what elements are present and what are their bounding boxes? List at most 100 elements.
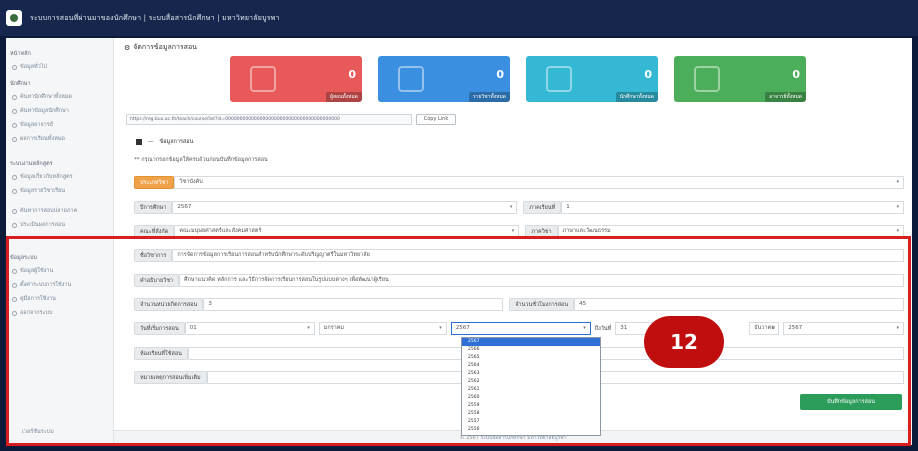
faculty-select[interactable]: คณะมนุษยศาสตร์และสังคมศาสตร์ ▾ (174, 225, 520, 238)
form-row-course-name: ชื่อวิชาการ การจัดการข้อมูลการเรียนการสอ… (134, 249, 904, 262)
year-option[interactable]: 2556 (462, 426, 600, 434)
field-label: หมายเหตุการสอนเพิ่มเติม (134, 371, 207, 384)
start-day-select[interactable]: 01 ▾ (184, 322, 315, 335)
share-url-input[interactable]: https://reg.buu.ac.th/teach/course/list?… (126, 114, 412, 125)
year-option[interactable]: 2563 (462, 370, 600, 378)
sidebar-item-evaluation[interactable]: ประเมินผลการสอน (10, 218, 109, 232)
sidebar-item-teachers[interactable]: ข้อมูลอาจารย์ (10, 118, 109, 132)
hours-input[interactable]: 45 (574, 298, 904, 311)
sidebar-item-courses[interactable]: ข้อมูลรายวิชาเรียน (10, 184, 109, 198)
chevron-down-icon: ▾ (583, 325, 586, 331)
start-year-select[interactable]: 2567 ▾ (450, 322, 591, 335)
form-row-credits: จำนวนหน่วยกิตการสอน 3 จำนวนชั่วโมงการสอน… (134, 298, 904, 311)
copy-link-button[interactable]: Copy Link (416, 114, 456, 125)
course-name-input[interactable]: การจัดการข้อมูลการเรียนการสอนสำหรับนักศึ… (172, 249, 904, 262)
sidebar-group-label: ข้อมูลระบบ (10, 255, 37, 261)
sidebar-item-label: ตั้งค่าระบบการใช้งาน (20, 282, 72, 288)
field-label: ภาควิชา (525, 225, 558, 238)
chevron-down-icon: ▾ (509, 204, 513, 210)
circle-icon (12, 64, 17, 70)
sidebar-group-label: ระบบงานหลักสูตร (10, 161, 53, 167)
sidebar-item-label: ค้นหาข้อมูลนักศึกษา (20, 108, 69, 114)
circle-icon (12, 268, 17, 274)
chevron-down-icon: ▾ (307, 325, 310, 331)
stat-value: 0 (644, 68, 652, 81)
sidebar-item-search-students[interactable]: ค้นหานักศึกษาทั้งหมด (10, 90, 109, 104)
field-label: จำนวนชั่วโมงการสอน (509, 298, 575, 311)
chevron-down-icon: ▾ (511, 228, 515, 234)
sidebar-item-label: ข้อมูลเกี่ยวกับหลักสูตร (20, 174, 73, 180)
sidebar-item-settings[interactable]: ตั้งค่าระบบการใช้งาน (10, 278, 109, 292)
sidebar-item-exams[interactable]: ค้นหาการสอบปลายภาค (10, 204, 109, 218)
year-option[interactable]: 2565 (462, 354, 600, 362)
users-icon (250, 66, 276, 92)
stat-card-courses[interactable]: 0 รายวิชาทั้งหมด (378, 56, 510, 102)
sidebar-item-manual[interactable]: คู่มือการใช้งาน (10, 292, 109, 306)
field-label: คำอธิบายวิชา (134, 274, 180, 287)
circle-icon (12, 174, 17, 180)
sidebar-item-overview[interactable]: ข้อมูลทั่วไป (10, 60, 109, 74)
end-year-select[interactable]: 2567 ▾ (783, 322, 904, 335)
circle-icon (12, 208, 17, 214)
home-icon[interactable] (136, 139, 142, 145)
sidebar-item-curriculum[interactable]: ข้อมูลเกี่ยวกับหลักสูตร (10, 170, 109, 184)
start-month-select[interactable]: มกราคม ▾ (318, 322, 447, 335)
field-label: ห้องเรียนที่ใช้สอน (134, 347, 188, 360)
year-option[interactable]: 2557 (462, 418, 600, 426)
form-row-faculty: คณะที่สังกัด คณะมนุษยศาสตร์และสังคมศาสตร… (134, 225, 904, 238)
sidebar-item-label: ค้นหาการสอบปลายภาค (20, 208, 78, 214)
course-type-select[interactable]: วิชาบังคับ ▾ (174, 176, 904, 189)
tab-teaching-info[interactable]: ข้อมูลการสอน (160, 138, 194, 146)
year-dropdown-list[interactable]: 2567 2566 2565 2564 2563 2562 2561 2560 2559 2558… (461, 337, 601, 436)
year-option[interactable]: 2566 (462, 346, 600, 354)
sidebar-item-results[interactable]: ผลการเรียนทั้งหมด (10, 132, 109, 146)
form-row-course-type: ประเภทวิชา วิชาบังคับ ▾ (134, 176, 904, 189)
chevron-down-icon: ▾ (896, 204, 899, 210)
year-option[interactable]: 2567 (462, 338, 600, 346)
semester-select[interactable]: 2567 ▾ (172, 201, 518, 214)
stat-card-teachers[interactable]: 0 ผู้สอนทั้งหมด (230, 56, 362, 102)
circle-icon (12, 188, 17, 194)
year-option[interactable]: 2559 (462, 402, 600, 410)
form-row-semester: ปีการศึกษา 2567 ▾ ภาคเรียนที่ 1 ▾ (134, 201, 904, 214)
sidebar-item-label: ประเมินผลการสอน (20, 222, 66, 228)
field-label: ชื่อวิชาการ (134, 249, 173, 262)
stat-label: ผู้สอนทั้งหมด (326, 92, 362, 102)
field-label: ภาคเรียนที่ (523, 201, 562, 214)
top-bar: ระบบการสอนที่ผ่านมาของนักศึกษา | ระบบสื่… (0, 0, 918, 36)
sidebar-item-logout[interactable]: ออกจากระบบ (10, 306, 109, 320)
year-option[interactable]: 2558 (462, 410, 600, 418)
field-label: วันที่เริ่มการสอน (134, 322, 185, 335)
chevron-down-icon: ▾ (896, 325, 899, 331)
stat-card-students[interactable]: 0 นักศึกษาทั้งหมด (526, 56, 658, 102)
year-option[interactable]: 2562 (462, 378, 600, 386)
year-option[interactable]: 2560 (462, 394, 600, 402)
field-label: จำนวนหน่วยกิตการสอน (134, 298, 204, 311)
field-label: ประเภทวิชา (134, 176, 175, 189)
sidebar-item-label: ข้อมูลทั่วไป (20, 64, 48, 70)
save-button[interactable]: บันทึกข้อมูลการสอน (800, 394, 902, 410)
end-month-select[interactable]: ธันวาคม ▾ (749, 322, 780, 335)
department-select[interactable]: ภาษาและวัฒนธรรม ▾ (557, 225, 904, 238)
sidebar-item-label: ผลการเรียนทั้งหมด (20, 136, 65, 142)
book-icon (12, 296, 17, 302)
sidebar-item-label: ค้นหานักศึกษาทั้งหมด (20, 94, 72, 100)
gear-icon (12, 282, 17, 288)
tab-separator: — (148, 139, 154, 145)
course-description-input[interactable]: ศึกษาแนวคิด หลักการ และวิธีการจัดการเรีย… (179, 274, 904, 287)
sidebar-item-student-info[interactable]: ค้นหาข้อมูลนักศึกษา (10, 104, 109, 118)
credits-input[interactable]: 3 (203, 298, 504, 311)
form-row-description: คำอธิบายวิชา ศึกษาแนวคิด หลักการ และวิธี… (134, 274, 904, 287)
term-select[interactable]: 1 ▾ (561, 201, 904, 214)
form-note: ** กรุณากรอกข้อมูลให้ครบถ้วนก่อนบันทึกข้… (134, 157, 268, 163)
year-option[interactable]: 2564 (462, 362, 600, 370)
sidebar-item-users[interactable]: ข้อมูลผู้ใช้งาน (10, 264, 109, 278)
year-option[interactable]: 2561 (462, 386, 600, 394)
stat-value: 0 (348, 68, 356, 81)
document-icon (546, 66, 572, 92)
sidebar-item-label: ข้อมูลรายวิชาเรียน (20, 188, 66, 194)
stat-card-instructors[interactable]: 0 อาจารย์ทั้งหมด (674, 56, 806, 102)
circle-icon (12, 136, 17, 142)
field-label: ปีการศึกษา (134, 201, 173, 214)
chevron-down-icon: ▾ (439, 325, 442, 331)
